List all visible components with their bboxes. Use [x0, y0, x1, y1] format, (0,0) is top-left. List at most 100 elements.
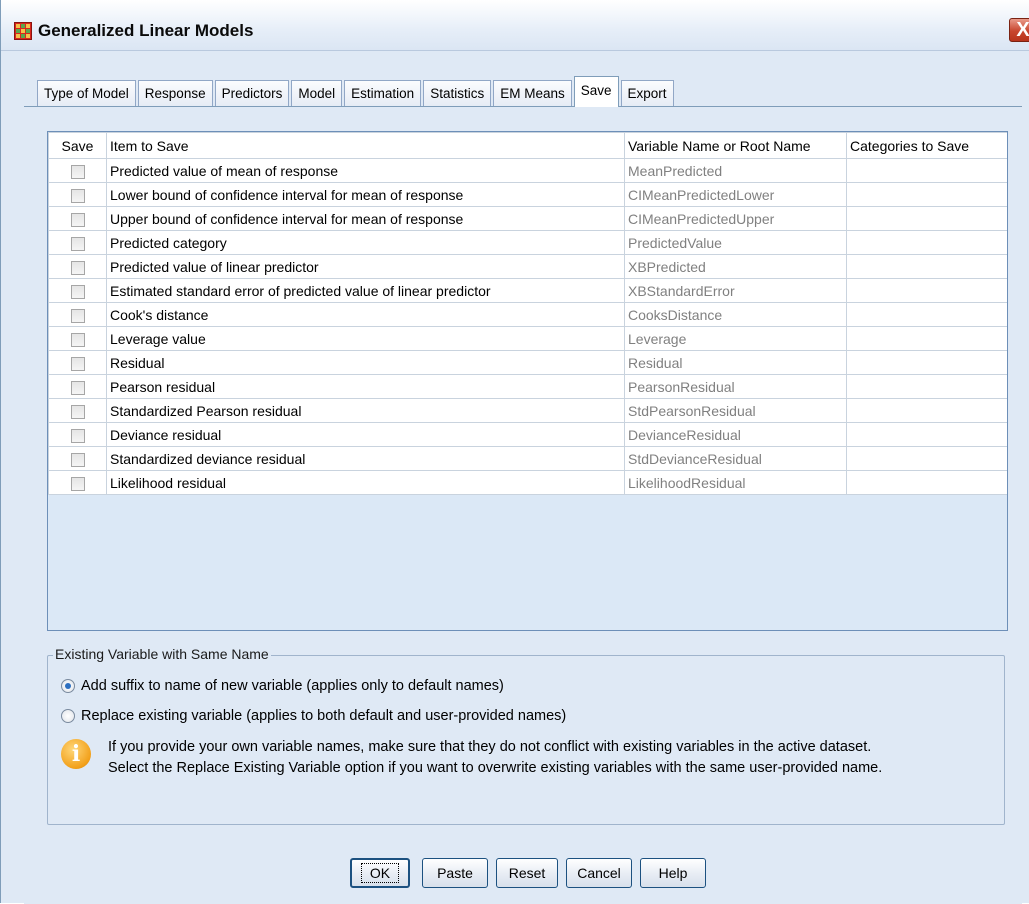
- save-cell: [48, 278, 107, 303]
- variable-name-cell[interactable]: StdPearsonResidual: [624, 398, 847, 423]
- table-row: Deviance residual DevianceResidual: [48, 422, 1007, 447]
- save-checkbox[interactable]: [70, 236, 85, 251]
- title-bar: Generalized Linear Models X: [1, 0, 1029, 51]
- table-row: Likelihood residual LikelihoodResidual: [48, 470, 1007, 495]
- save-cell: [48, 158, 107, 183]
- save-cell: [48, 350, 107, 375]
- ok-button[interactable]: OK: [350, 858, 410, 888]
- existing-variable-group: Existing Variable with Same Name Add suf…: [47, 646, 1005, 825]
- save-checkbox[interactable]: [70, 380, 85, 395]
- table-row: Predicted value of mean of response Mean…: [48, 158, 1007, 183]
- categories-cell[interactable]: [846, 446, 1007, 471]
- radio-replace[interactable]: [61, 709, 75, 723]
- tab-em-means[interactable]: EM Means: [493, 80, 572, 106]
- save-checkbox[interactable]: [70, 476, 85, 491]
- tab-model[interactable]: Model: [291, 80, 343, 106]
- save-cell: [48, 206, 107, 231]
- save-checkbox[interactable]: [70, 332, 85, 347]
- tab-save[interactable]: Save: [573, 76, 619, 107]
- categories-cell[interactable]: [846, 230, 1007, 255]
- item-cell: Residual: [106, 350, 625, 375]
- save-cell: [48, 230, 107, 255]
- items-to-save-grid: Save Item to Save Variable Name or Root …: [47, 131, 1008, 631]
- radio-replace-label: Replace existing variable (applies to bo…: [81, 708, 567, 724]
- variable-name-cell[interactable]: PearsonResidual: [624, 374, 847, 399]
- item-cell: Predicted value of mean of response: [106, 158, 625, 183]
- categories-cell[interactable]: [846, 470, 1007, 495]
- radio-replace-option[interactable]: Replace existing variable (applies to bo…: [61, 708, 566, 724]
- variable-name-cell[interactable]: PredictedValue: [624, 230, 847, 255]
- tab-type-of-model[interactable]: Type of Model: [37, 80, 136, 106]
- radio-add-suffix[interactable]: [61, 679, 75, 693]
- table-row: Pearson residual PearsonResidual: [48, 374, 1007, 399]
- help-button[interactable]: Help: [640, 858, 706, 888]
- reset-button[interactable]: Reset: [496, 858, 558, 888]
- table-row: Upper bound of confidence interval for m…: [48, 206, 1007, 231]
- save-cell: [48, 302, 107, 327]
- item-cell: Standardized deviance residual: [106, 446, 625, 471]
- save-checkbox[interactable]: [70, 356, 85, 371]
- column-header-variable-name[interactable]: Variable Name or Root Name: [624, 132, 847, 159]
- categories-cell[interactable]: [846, 350, 1007, 375]
- info-line-2: Select the Replace Existing Variable opt…: [108, 760, 883, 776]
- table-header-row: Save Item to Save Variable Name or Root …: [48, 132, 1007, 159]
- table-row: Cook's distance CooksDistance: [48, 302, 1007, 327]
- table-row: Estimated standard error of predicted va…: [48, 278, 1007, 303]
- categories-cell[interactable]: [846, 278, 1007, 303]
- column-header-categories[interactable]: Categories to Save: [846, 132, 1007, 159]
- categories-cell[interactable]: [846, 302, 1007, 327]
- table-row: Standardized deviance residual StdDevian…: [48, 446, 1007, 471]
- item-cell: Upper bound of confidence interval for m…: [106, 206, 625, 231]
- categories-cell[interactable]: [846, 158, 1007, 183]
- tab-estimation[interactable]: Estimation: [344, 80, 422, 106]
- save-checkbox[interactable]: [70, 284, 85, 299]
- save-cell: [48, 398, 107, 423]
- column-header-item[interactable]: Item to Save: [106, 132, 625, 159]
- save-checkbox[interactable]: [70, 188, 85, 203]
- save-checkbox[interactable]: [70, 260, 85, 275]
- save-checkbox[interactable]: [70, 212, 85, 227]
- categories-cell[interactable]: [846, 326, 1007, 351]
- tab-export[interactable]: Export: [620, 80, 674, 106]
- variable-name-cell[interactable]: StdDevianceResidual: [624, 446, 847, 471]
- save-checkbox[interactable]: [70, 428, 85, 443]
- variable-name-cell[interactable]: XBStandardError: [624, 278, 847, 303]
- categories-cell[interactable]: [846, 398, 1007, 423]
- info-line-1: If you provide your own variable names, …: [108, 739, 872, 755]
- save-cell: [48, 326, 107, 351]
- tab-statistics[interactable]: Statistics: [423, 80, 492, 106]
- save-checkbox[interactable]: [70, 308, 85, 323]
- categories-cell[interactable]: [846, 374, 1007, 399]
- table-row: Predicted value of linear predictor XBPr…: [48, 254, 1007, 279]
- variable-name-cell[interactable]: Residual: [624, 350, 847, 375]
- variable-name-cell[interactable]: CIMeanPredictedLower: [624, 182, 847, 207]
- column-header-save[interactable]: Save: [48, 132, 107, 159]
- tab-predictors[interactable]: Predictors: [214, 80, 290, 106]
- variable-name-cell[interactable]: LikelihoodResidual: [624, 470, 847, 495]
- variable-name-cell[interactable]: XBPredicted: [624, 254, 847, 279]
- table-row: Residual Residual: [48, 350, 1007, 375]
- save-cell: [48, 374, 107, 399]
- cancel-button[interactable]: Cancel: [566, 858, 632, 888]
- variable-name-cell[interactable]: DevianceResidual: [624, 422, 847, 447]
- categories-cell[interactable]: [846, 422, 1007, 447]
- save-checkbox[interactable]: [70, 404, 85, 419]
- table-row: Predicted category PredictedValue: [48, 230, 1007, 255]
- variable-name-cell[interactable]: Leverage: [624, 326, 847, 351]
- categories-cell[interactable]: [846, 206, 1007, 231]
- save-checkbox[interactable]: [70, 452, 85, 467]
- categories-cell[interactable]: [846, 182, 1007, 207]
- variable-name-cell[interactable]: MeanPredicted: [624, 158, 847, 183]
- group-legend: Existing Variable with Same Name: [53, 646, 271, 662]
- save-checkbox[interactable]: [70, 164, 85, 179]
- item-cell: Standardized Pearson residual: [106, 398, 625, 423]
- save-cell: [48, 182, 107, 207]
- variable-name-cell[interactable]: CooksDistance: [624, 302, 847, 327]
- paste-button[interactable]: Paste: [422, 858, 488, 888]
- variable-name-cell[interactable]: CIMeanPredictedUpper: [624, 206, 847, 231]
- categories-cell[interactable]: [846, 254, 1007, 279]
- radio-add-suffix-option[interactable]: Add suffix to name of new variable (appl…: [61, 678, 504, 694]
- tab-response[interactable]: Response: [137, 80, 213, 106]
- save-cell: [48, 254, 107, 279]
- close-icon[interactable]: X: [1009, 18, 1029, 42]
